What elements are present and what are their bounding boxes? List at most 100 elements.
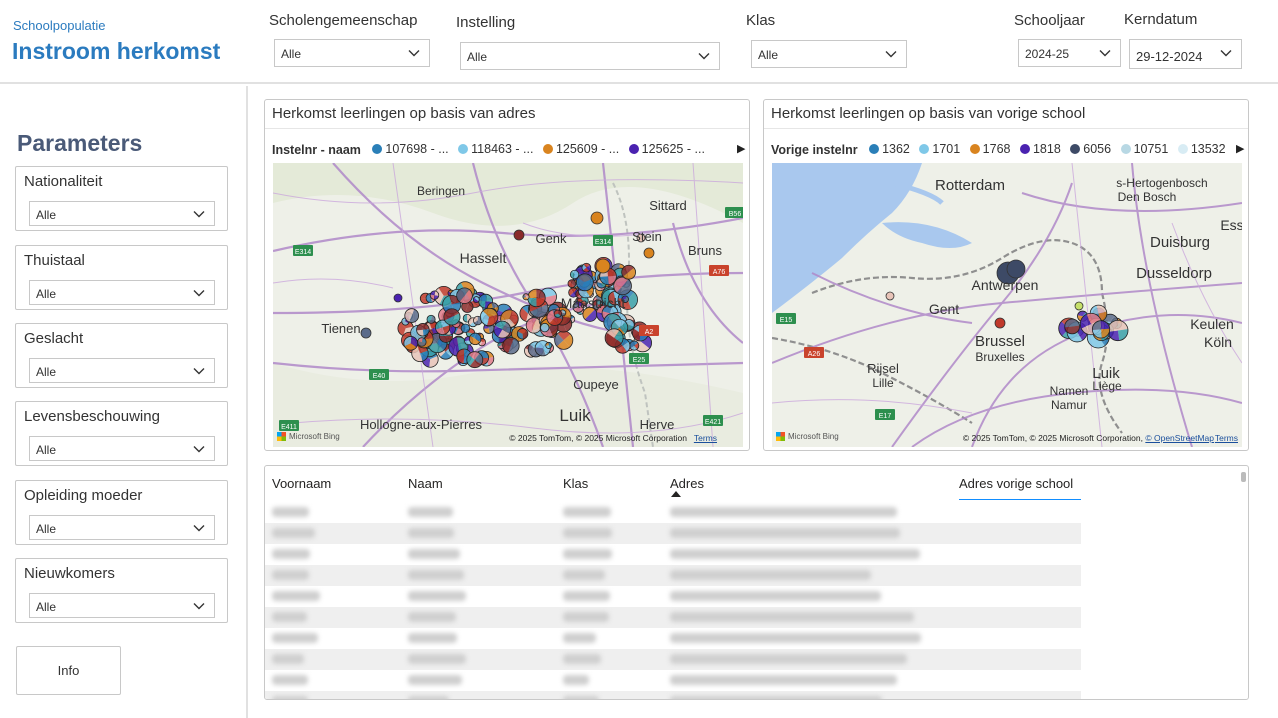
map-canvas[interactable]: Rotterdam s-Hertogenbosch Den Bosch Ess Duis…: [772, 163, 1242, 447]
pie-marker[interactable]: [575, 273, 594, 292]
pie-marker[interactable]: [416, 323, 430, 337]
pie-marker[interactable]: [540, 322, 550, 333]
legend-label: 1701: [932, 142, 961, 156]
pie-marker[interactable]: [404, 308, 420, 323]
legend-dot: [1070, 144, 1081, 154]
map-marker[interactable]: [590, 211, 604, 225]
table-row[interactable]: [265, 523, 1081, 544]
map-terms-link[interactable]: Terms: [694, 433, 717, 443]
map-marker[interactable]: [595, 258, 611, 274]
legend-item[interactable]: 6056: [1070, 142, 1111, 156]
pie-marker[interactable]: [426, 314, 436, 324]
column-header-adres[interactable]: Adres: [670, 476, 704, 491]
legend-item[interactable]: 1818: [1019, 142, 1061, 156]
svg-text:B56: B56: [729, 211, 742, 218]
vertical-scrollbar[interactable]: [1241, 472, 1246, 482]
pie-marker[interactable]: [629, 340, 640, 351]
column-header-adres-vorige-school[interactable]: Adres vorige school: [959, 476, 1073, 491]
map-visual-adres: Herkomst leerlingen op basis van adres I…: [264, 99, 750, 451]
legend-item[interactable]: 13532: [1177, 142, 1226, 156]
pie-marker[interactable]: [429, 290, 440, 300]
svg-text:A76: A76: [713, 269, 726, 276]
redacted-cell: [408, 570, 464, 580]
table-row[interactable]: [265, 649, 1081, 670]
dropdown-value: Alle: [36, 522, 57, 536]
table-row[interactable]: [265, 628, 1081, 649]
pie-marker[interactable]: [527, 288, 546, 308]
svg-text:E314: E314: [295, 249, 311, 256]
instelling-dropdown[interactable]: Alle: [460, 42, 720, 70]
legend-item[interactable]: 125625 - ...: [628, 142, 705, 156]
pie-marker[interactable]: [1107, 320, 1129, 342]
pie-marker[interactable]: [456, 287, 473, 304]
table-row[interactable]: [265, 607, 1081, 628]
map-marker[interactable]: [393, 293, 403, 303]
legend-item[interactable]: 10751: [1120, 142, 1168, 156]
pie-marker[interactable]: [554, 330, 574, 350]
opleiding-moeder-dropdown[interactable]: Alle: [29, 515, 215, 540]
legend-item[interactable]: 107698 - ...: [372, 142, 449, 156]
map-marker[interactable]: [513, 229, 525, 241]
map-marker[interactable]: [885, 291, 895, 301]
map-terms-link[interactable]: Terms: [1215, 433, 1238, 443]
table-row[interactable]: [265, 544, 1081, 565]
parameters-title: Parameters: [17, 130, 143, 156]
legend-item[interactable]: 118463 - ...: [458, 142, 533, 156]
nationaliteit-dropdown[interactable]: Alle: [29, 201, 215, 226]
pie-marker[interactable]: [443, 308, 461, 326]
map-canvas[interactable]: Beringen Sittard Genk Stein Hasselt Bruns Maas…: [273, 163, 743, 447]
schooljaar-dropdown[interactable]: 2024-25: [1018, 39, 1121, 67]
pie-marker[interactable]: [545, 341, 553, 349]
table-row[interactable]: [265, 565, 1081, 586]
map-marker[interactable]: [994, 317, 1006, 329]
legend-item[interactable]: 1768: [969, 142, 1010, 156]
klas-dropdown[interactable]: Alle: [751, 40, 907, 68]
pie-marker[interactable]: [613, 276, 632, 296]
map-marker[interactable]: [1006, 259, 1026, 279]
pie-marker[interactable]: [502, 337, 520, 355]
thuistaal-dropdown[interactable]: Alle: [29, 280, 215, 305]
table-row[interactable]: [265, 691, 1081, 699]
levensbeschouwing-dropdown[interactable]: Alle: [29, 436, 215, 461]
legend-item[interactable]: 125609 - ...: [542, 142, 619, 156]
legend-item[interactable]: 1701: [919, 142, 960, 156]
pie-marker[interactable]: [417, 337, 427, 347]
scholengemeenschap-dropdown[interactable]: Alle: [274, 39, 430, 67]
pie-marker[interactable]: [472, 296, 480, 304]
kerndatum-date-picker[interactable]: 29-12-2024: [1129, 39, 1242, 69]
pie-marker[interactable]: [469, 332, 482, 346]
table-row[interactable]: [265, 586, 1081, 607]
pie-marker[interactable]: [581, 262, 592, 273]
pie-marker[interactable]: [493, 320, 512, 339]
pie-marker[interactable]: [516, 328, 529, 340]
pie-marker[interactable]: [1091, 320, 1111, 339]
pie-marker[interactable]: [604, 328, 624, 348]
legend-item[interactable]: 1362: [869, 142, 910, 156]
pie-marker[interactable]: [403, 336, 419, 351]
map-marker[interactable]: [360, 327, 372, 339]
nieuwkomers-dropdown[interactable]: Alle: [29, 593, 215, 618]
legend-next-arrow-icon[interactable]: ▶: [1236, 142, 1244, 155]
column-header-klas[interactable]: Klas: [563, 476, 588, 491]
legend-next-arrow-icon[interactable]: ▶: [737, 142, 745, 155]
osm-link[interactable]: © OpenStreetMap: [1145, 433, 1214, 443]
map-place-label: Rotterdam: [935, 177, 1005, 194]
redacted-cell: [408, 675, 463, 685]
geslacht-dropdown[interactable]: Alle: [29, 358, 215, 383]
column-header-naam[interactable]: Naam: [408, 476, 443, 491]
pie-marker[interactable]: [621, 264, 637, 280]
map-marker[interactable]: [643, 247, 655, 259]
column-header-voornaam[interactable]: Voornaam: [272, 476, 331, 491]
pie-marker[interactable]: [460, 323, 471, 333]
map-marker[interactable]: [1074, 301, 1084, 311]
table-row[interactable]: [265, 670, 1081, 691]
map-place-label: Namen: [1050, 384, 1089, 398]
table-row[interactable]: [265, 502, 1081, 523]
redacted-cell: [408, 612, 456, 622]
info-button[interactable]: Info: [16, 646, 121, 695]
pie-marker[interactable]: [553, 309, 563, 318]
pie-marker[interactable]: [522, 293, 530, 301]
pie-marker[interactable]: [479, 307, 499, 327]
pie-marker[interactable]: [466, 351, 484, 369]
pie-marker[interactable]: [1064, 318, 1080, 335]
